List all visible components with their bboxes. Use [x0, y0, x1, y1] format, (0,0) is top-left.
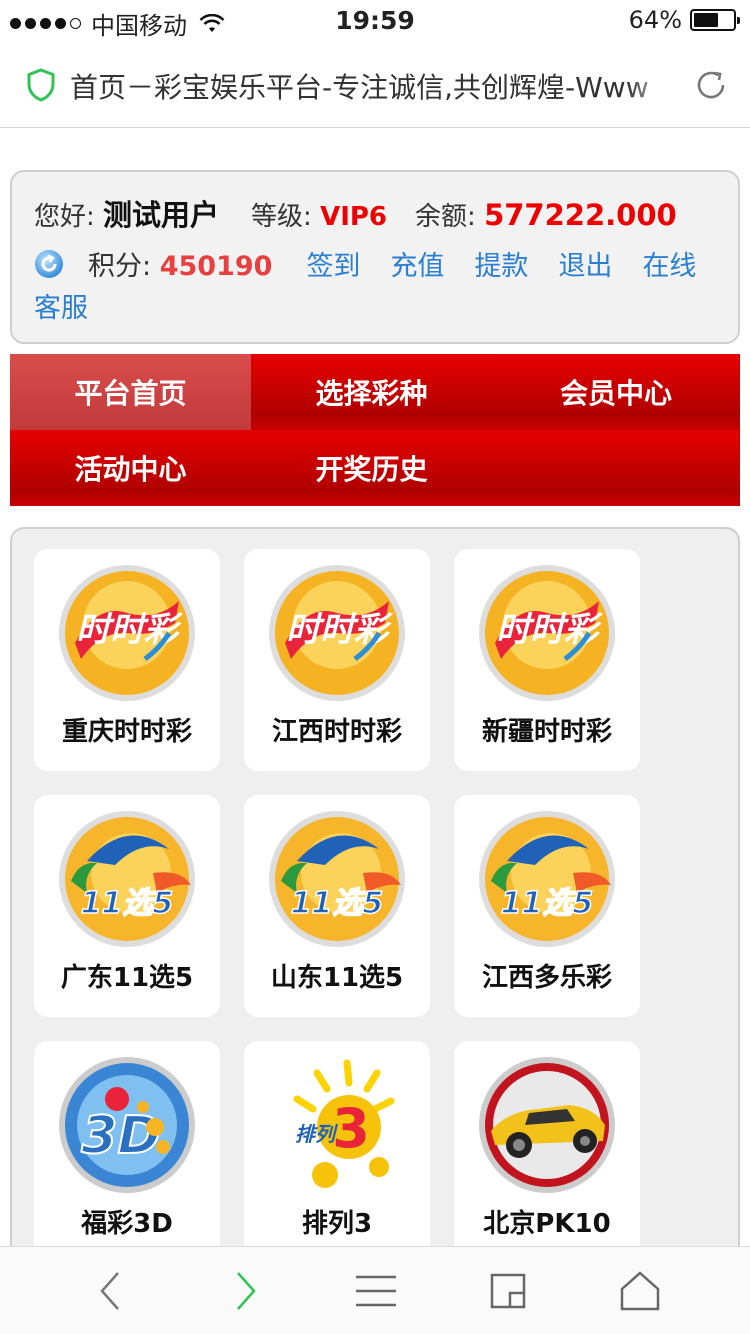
game-name: 江西多乐彩 [481, 963, 612, 993]
user-info-panel: 您好: 测试用户 等级: VIP6 余额: 577222.000 积分: 450… [10, 170, 740, 344]
svg-text:时时彩: 时时彩 [76, 610, 183, 650]
ssc-lottery-icon: 时时彩 [59, 565, 195, 701]
nav-home[interactable]: 平台首页 [10, 354, 251, 430]
game-name: 福彩3D [81, 1209, 173, 1239]
nav-select-lottery[interactable]: 选择彩种 [251, 354, 492, 430]
game-name: 北京PK10 [483, 1209, 611, 1239]
11x5-lottery-icon: 11选5 [269, 811, 405, 947]
svg-text:11选5: 11选5 [501, 886, 594, 921]
game-card-pl3[interactable]: 3 排列 排列3 [244, 1041, 430, 1263]
game-name: 重庆时时彩 [61, 717, 192, 747]
pk10-car-icon [479, 1057, 615, 1193]
browser-toolbar [0, 1246, 750, 1334]
nav-activity-center[interactable]: 活动中心 [10, 430, 251, 506]
svg-text:3: 3 [332, 1097, 370, 1160]
svg-text:3D: 3D [81, 1106, 160, 1166]
page-title[interactable]: 首页－彩宝娱乐平台-专注诚信,共创辉煌-Www [70, 66, 676, 106]
deposit-link[interactable]: 充值 [390, 251, 444, 282]
game-card-gd11x5[interactable]: 11选5 广东11选5 [34, 795, 220, 1017]
level-label: 等级: [251, 202, 312, 232]
status-bar: 中国移动 19:59 64% [0, 0, 750, 40]
greeting-label: 您好: [34, 202, 95, 232]
game-card-bjpk10[interactable]: 北京PK10 [454, 1041, 640, 1263]
status-right: 64% [628, 6, 740, 34]
game-name: 排列3 [301, 1209, 373, 1239]
user-summary-row: 您好: 测试用户 等级: VIP6 余额: 577222.000 [34, 192, 716, 234]
reload-icon[interactable] [692, 66, 730, 104]
home-icon[interactable] [616, 1267, 664, 1315]
pl3-lottery-icon: 3 排列 [293, 1059, 395, 1188]
lottery-game-grid: 时时彩 重庆时时彩 时时彩 江西时时彩 时时彩 新疆时时彩 11选5 广东11选… [10, 527, 740, 1287]
svg-text:排列: 排列 [295, 1122, 339, 1146]
username: 测试用户 [103, 198, 220, 232]
points-value: 450190 [159, 251, 273, 282]
game-card-jxdlc[interactable]: 11选5 江西多乐彩 [454, 795, 640, 1017]
refresh-balance-icon[interactable] [34, 249, 64, 279]
main-nav: 平台首页 选择彩种 会员中心 活动中心 开奖历史 [10, 354, 740, 506]
ssc-lottery-icon: 时时彩 [479, 565, 615, 701]
forward-icon[interactable] [220, 1267, 268, 1315]
vip-level: VIP6 [320, 202, 388, 232]
balance-label: 余额: [415, 202, 476, 232]
user-actions-row: 积分: 450190 签到 充值 提款 退出 在线客服 [34, 246, 716, 330]
nav-member-center[interactable]: 会员中心 [492, 354, 740, 430]
svg-text:11选5: 11选5 [291, 886, 384, 921]
game-card-jxssc[interactable]: 时时彩 江西时时彩 [244, 549, 430, 771]
game-name: 江西时时彩 [271, 717, 402, 747]
back-icon[interactable] [88, 1267, 136, 1315]
logout-link[interactable]: 退出 [558, 251, 612, 282]
points-label: 积分: [88, 251, 152, 282]
fc3d-lottery-icon: 3D [59, 1057, 195, 1193]
game-card-xjssc[interactable]: 时时彩 新疆时时彩 [454, 549, 640, 771]
11x5-lottery-icon: 11选5 [59, 811, 195, 947]
address-bar: 首页－彩宝娱乐平台-专注诚信,共创辉煌-Www [0, 40, 750, 128]
game-card-fc3d[interactable]: 3D 福彩3D [34, 1041, 220, 1263]
svg-text:时时彩: 时时彩 [286, 610, 393, 650]
withdraw-link[interactable]: 提款 [474, 251, 528, 282]
menu-icon[interactable] [352, 1267, 400, 1315]
11x5-lottery-icon: 11选5 [479, 811, 615, 947]
game-name: 广东11选5 [60, 963, 194, 993]
game-card-cqssc[interactable]: 时时彩 重庆时时彩 [34, 549, 220, 771]
nav-draw-history[interactable]: 开奖历史 [251, 430, 492, 506]
balance-value: 577222.000 [484, 198, 677, 232]
battery-fill [694, 13, 719, 27]
nav-empty-cell [492, 430, 740, 506]
ssc-lottery-icon: 时时彩 [269, 565, 405, 701]
game-card-sd11x5[interactable]: 11选5 山东11选5 [244, 795, 430, 1017]
signin-link[interactable]: 签到 [306, 251, 360, 282]
tabs-icon[interactable] [484, 1267, 532, 1315]
svg-text:11选5: 11选5 [81, 886, 174, 921]
secure-shield-icon [27, 68, 55, 102]
game-name: 山东11选5 [270, 963, 404, 993]
game-name: 新疆时时彩 [481, 717, 612, 747]
battery-icon [690, 9, 740, 31]
battery-percent: 64% [628, 6, 682, 34]
svg-text:时时彩: 时时彩 [496, 610, 603, 650]
